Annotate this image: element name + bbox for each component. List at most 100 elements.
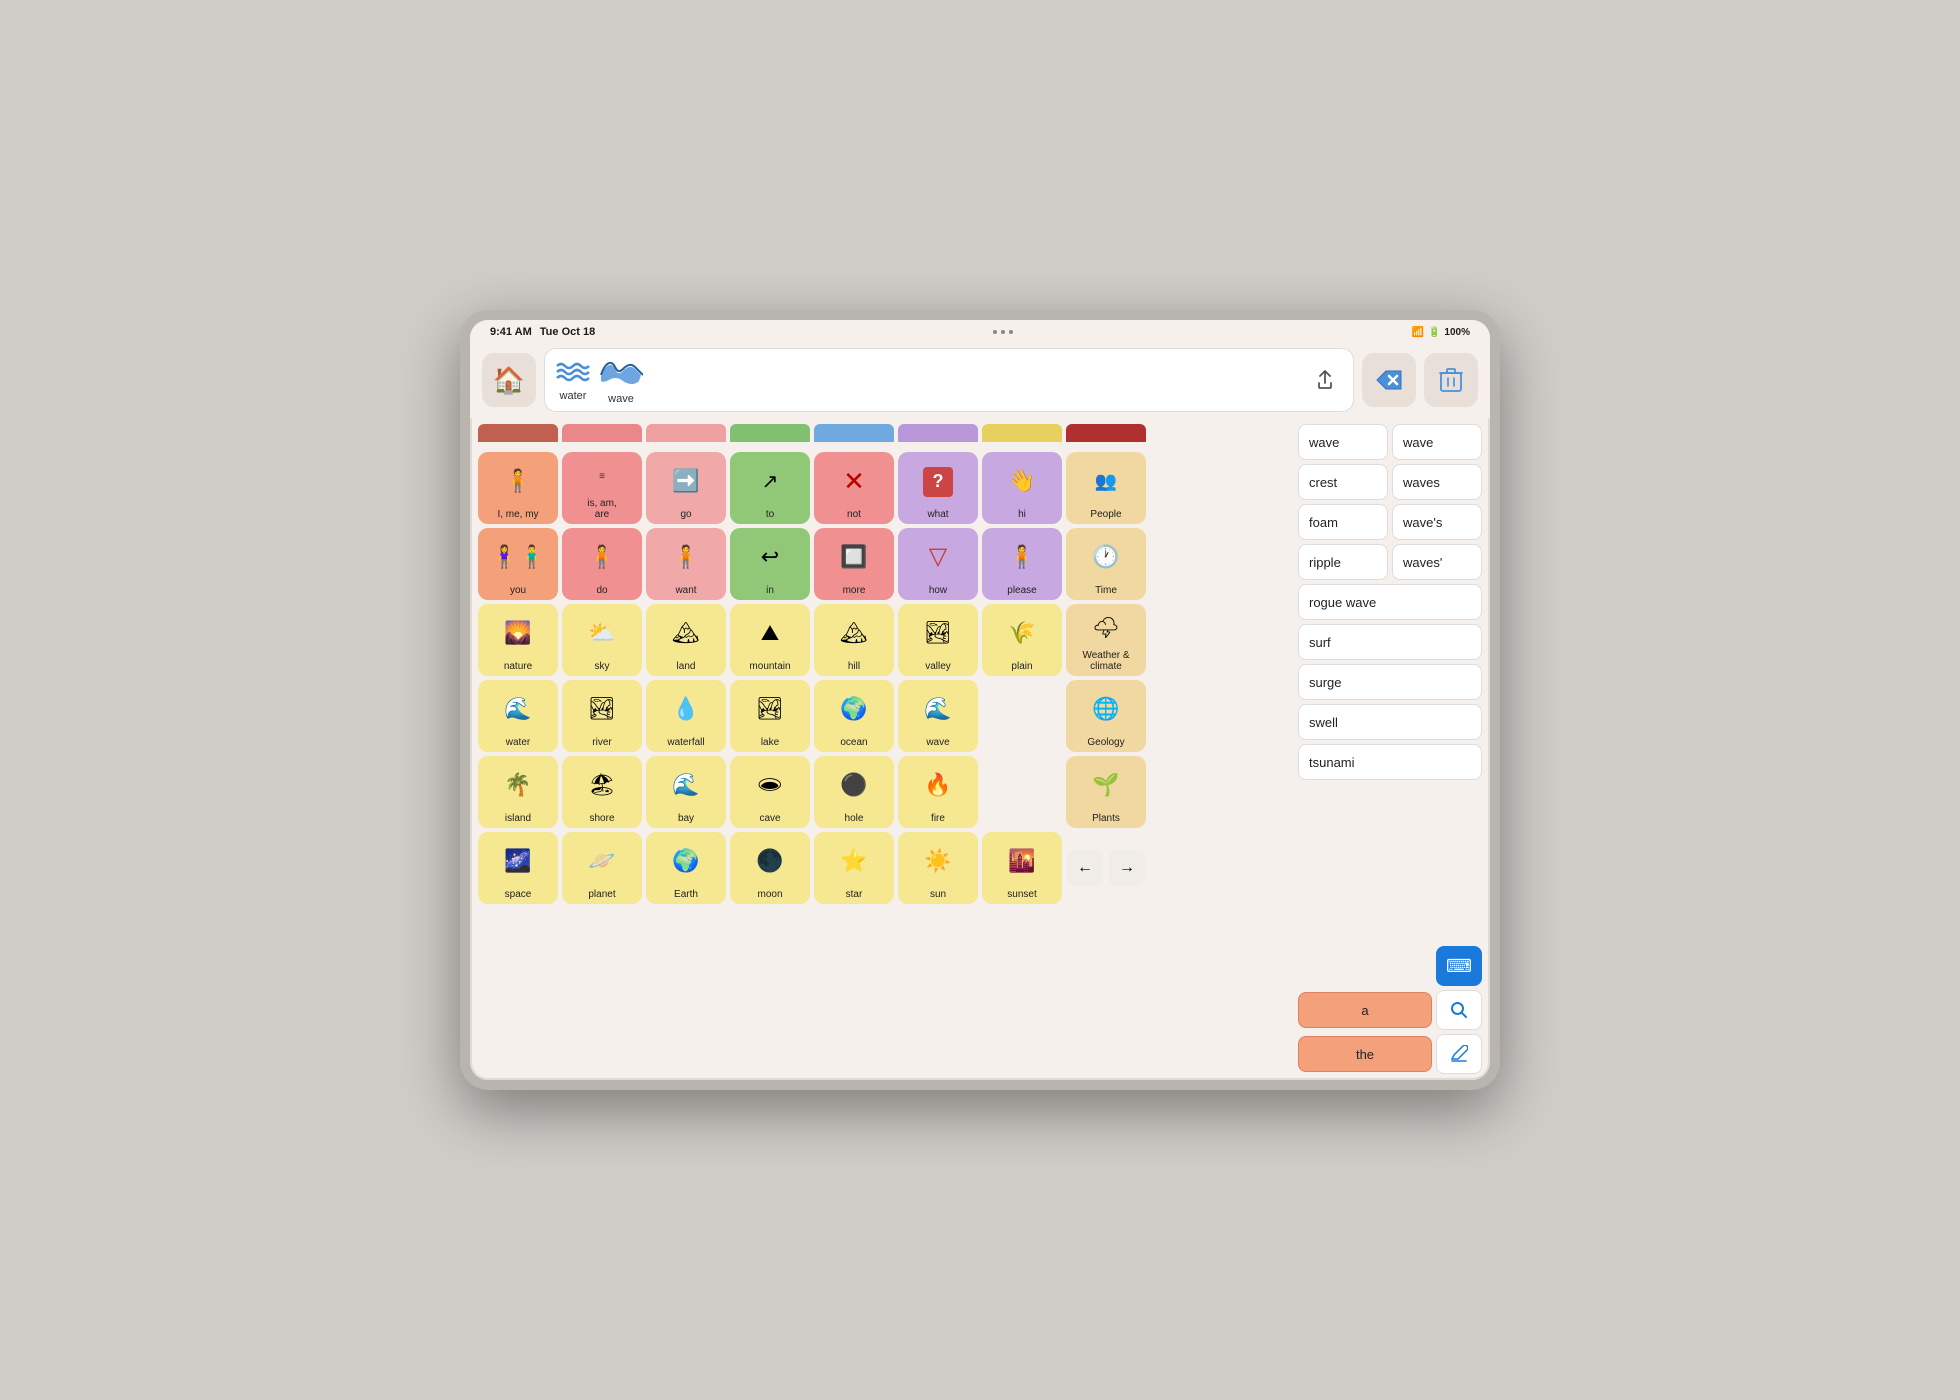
bottom-row-2: the xyxy=(1298,1034,1482,1074)
scroll-tab-2[interactable] xyxy=(562,424,642,442)
nav-right-button[interactable]: → xyxy=(1109,850,1145,886)
cell-nature[interactable]: 🌄 nature xyxy=(478,604,558,676)
top-bar: 🏠 water xyxy=(470,342,1490,418)
hi-label: hi xyxy=(1018,509,1026,520)
cell-lake[interactable]: 🏞 lake xyxy=(730,680,810,752)
word-btn-foam[interactable]: foam xyxy=(1298,504,1388,540)
nav-left-button[interactable]: ← xyxy=(1067,850,1103,886)
scroll-tab-8[interactable] xyxy=(1066,424,1146,442)
sun-icon: ☀️ xyxy=(924,836,951,887)
cell-mountain[interactable]: ⛰ mountain xyxy=(730,604,810,676)
cell-earth[interactable]: 🌍 Earth xyxy=(646,832,726,904)
word-btn-tsunami[interactable]: tsunami xyxy=(1298,744,1482,780)
search-button[interactable] xyxy=(1436,990,1482,1030)
word-chip-wave[interactable]: wave xyxy=(599,355,643,405)
geology-label: Geology xyxy=(1087,737,1124,748)
cell-moon[interactable]: 🌑 moon xyxy=(730,832,810,904)
word-btn-wave-2[interactable]: wave xyxy=(1392,424,1482,460)
cell-fire[interactable]: 🔥 fire xyxy=(898,756,978,828)
letter-the-button[interactable]: the xyxy=(1298,1036,1432,1072)
word-btn-surf[interactable]: surf xyxy=(1298,624,1482,660)
lake-icon: 🏞 xyxy=(756,684,784,735)
word-btn-wave-1[interactable]: wave xyxy=(1298,424,1388,460)
scroll-tab-3[interactable] xyxy=(646,424,726,442)
cell-empty-2 xyxy=(982,756,1062,828)
cell-island[interactable]: 🌴 island xyxy=(478,756,558,828)
cell-bay[interactable]: 🌊 bay xyxy=(646,756,726,828)
cell-i-me-my[interactable]: 🧍 I, me, my xyxy=(478,452,558,524)
cell-is-am-are[interactable]: ≡ is, am,are xyxy=(562,452,642,524)
cell-how[interactable]: ▽ how xyxy=(898,528,978,600)
cell-hill[interactable]: 🏔 hill xyxy=(814,604,894,676)
cell-plants[interactable]: 🌱 Plants xyxy=(1066,756,1146,828)
cell-please[interactable]: 🧍 please xyxy=(982,528,1062,600)
cell-do[interactable]: 🧍 do xyxy=(562,528,642,600)
delete-button[interactable] xyxy=(1424,353,1478,407)
scroll-tab-4[interactable] xyxy=(730,424,810,442)
cell-valley[interactable]: 🏞 valley xyxy=(898,604,978,676)
cell-what[interactable]: ? what xyxy=(898,452,978,524)
cell-not[interactable]: ✕ not xyxy=(814,452,894,524)
more-icon: 🔲 xyxy=(840,532,867,583)
word-btn-swell[interactable]: swell xyxy=(1298,704,1482,740)
edit-button[interactable] xyxy=(1436,1034,1482,1074)
word-btn-waves-poss2[interactable]: waves' xyxy=(1392,544,1482,580)
cell-space[interactable]: 🌌 space xyxy=(478,832,558,904)
cell-sky[interactable]: ⛅ sky xyxy=(562,604,642,676)
word-btn-waves-plural[interactable]: waves xyxy=(1392,464,1482,500)
cell-hole[interactable]: ⚫ hole xyxy=(814,756,894,828)
backspace-button[interactable] xyxy=(1362,353,1416,407)
cell-planet[interactable]: 🪐 planet xyxy=(562,832,642,904)
word-btn-rogue-wave[interactable]: rogue wave xyxy=(1298,584,1482,620)
cell-hi[interactable]: 👋 hi xyxy=(982,452,1062,524)
word-btn-crest[interactable]: crest xyxy=(1298,464,1388,500)
cell-water[interactable]: 🌊 water xyxy=(478,680,558,752)
cell-sunset[interactable]: 🌇 sunset xyxy=(982,832,1062,904)
bay-label: bay xyxy=(678,813,694,824)
keyboard-button[interactable]: ⌨ xyxy=(1436,946,1482,986)
cell-waterfall[interactable]: 💧 waterfall xyxy=(646,680,726,752)
scroll-tab-7[interactable] xyxy=(982,424,1062,442)
word-btn-ripple[interactable]: ripple xyxy=(1298,544,1388,580)
cell-ocean[interactable]: 🌍 ocean xyxy=(814,680,894,752)
cell-you[interactable]: 🧍‍♀️🧍‍♂️ you xyxy=(478,528,558,600)
cell-geology[interactable]: 🌐 Geology xyxy=(1066,680,1146,752)
cell-cave[interactable]: 🕳 cave xyxy=(730,756,810,828)
scroll-tab-6[interactable] xyxy=(898,424,978,442)
cell-shore[interactable]: 🏖 shore xyxy=(562,756,642,828)
word-btn-waves-poss[interactable]: wave's xyxy=(1392,504,1482,540)
share-button[interactable] xyxy=(1307,362,1343,398)
water-icon xyxy=(555,358,591,388)
cave-label: cave xyxy=(759,813,780,824)
cell-star[interactable]: ⭐ star xyxy=(814,832,894,904)
letter-a-button[interactable]: a xyxy=(1298,992,1432,1028)
cell-land[interactable]: 🏔 land xyxy=(646,604,726,676)
cell-empty-1 xyxy=(982,680,1062,752)
cell-plain[interactable]: 🌾 plain xyxy=(982,604,1062,676)
bottom-row: a xyxy=(1298,990,1482,1030)
cell-sun[interactable]: ☀️ sun xyxy=(898,832,978,904)
to-icon: ↗ xyxy=(762,456,779,507)
scroll-tab-1[interactable] xyxy=(478,424,558,442)
cell-weather-climate[interactable]: 🌩 Weather &climate xyxy=(1066,604,1146,676)
cell-more[interactable]: 🔲 more xyxy=(814,528,894,600)
waterfall-icon: 💧 xyxy=(672,684,699,735)
cell-go[interactable]: ➡️ go xyxy=(646,452,726,524)
sidebar-bottom-area: ⌨ a the xyxy=(1298,946,1482,1074)
home-button[interactable]: 🏠 xyxy=(482,353,536,407)
people-label: People xyxy=(1090,509,1121,520)
cell-want[interactable]: 🧍 want xyxy=(646,528,726,600)
cell-wave-grid[interactable]: 🌊 wave xyxy=(898,680,978,752)
word-btn-surge[interactable]: surge xyxy=(1298,664,1482,700)
cell-time[interactable]: 🕐 Time xyxy=(1066,528,1146,600)
cell-to[interactable]: ↗ to xyxy=(730,452,810,524)
cell-river[interactable]: 🏞 river xyxy=(562,680,642,752)
land-label: land xyxy=(677,661,696,672)
scroll-tab-5[interactable] xyxy=(814,424,894,442)
geology-icon: 🌐 xyxy=(1092,684,1119,735)
word-chip-water[interactable]: water xyxy=(555,358,591,402)
cell-in[interactable]: ↩ in xyxy=(730,528,810,600)
status-bar: 9:41 AM Tue Oct 18 📶 🔋 100% xyxy=(470,320,1490,342)
plants-label: Plants xyxy=(1092,813,1120,824)
cell-people[interactable]: 👥 People xyxy=(1066,452,1146,524)
